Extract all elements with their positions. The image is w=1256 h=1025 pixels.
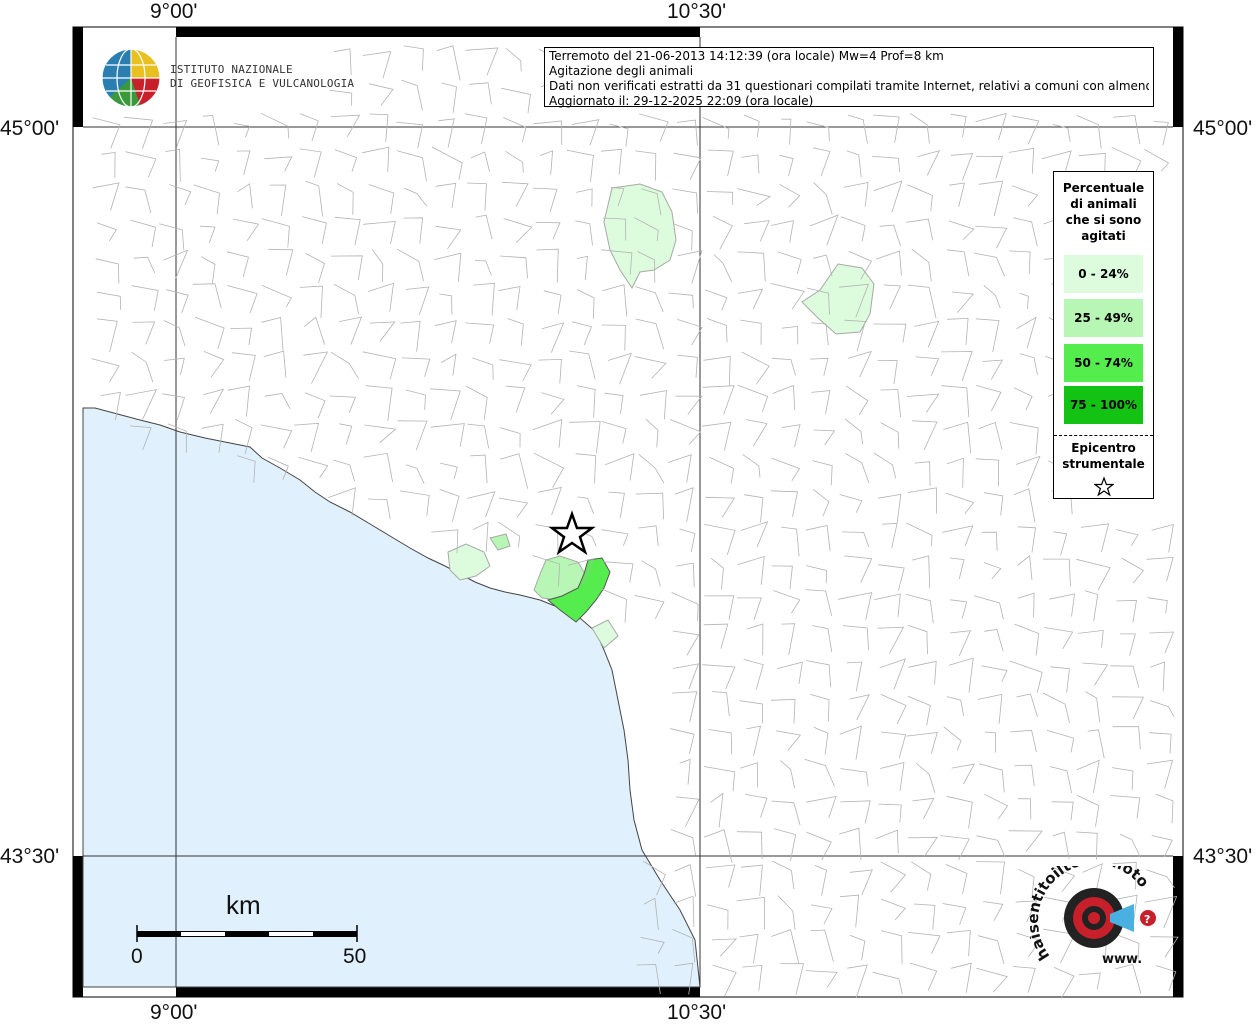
lat-label-right-top: 45°00' [1193,117,1253,140]
scale-min-label: 0 [131,945,143,968]
legend: Percentuale di animali che si sono agita… [1053,171,1154,499]
updated-line: Aggiornato il: 29-12-2025 22:09 (ora loc… [549,94,814,108]
legend-epicenter-label: Epicentro strumentale [1062,441,1145,471]
legend-item-0-24: 0 - 24% [1064,255,1143,293]
haisentito-logo: haisentitoilterremoto.it ? www. [1024,850,1170,976]
lon-label-bottom-left: 9°00' [150,1001,198,1024]
lat-label-left-top: 45°00' [0,117,60,140]
legend-title: Percentuale di animali che si sono agita… [1062,181,1145,243]
lon-label-bottom-right: 10°30' [667,1001,727,1024]
globe-icon [101,48,161,108]
lat-label-left-bottom: 43°30' [0,845,60,868]
ingv-name-line1: ISTITUTO NAZIONALE [170,63,293,76]
scale-unit: km [226,890,261,920]
legend-item-50-74: 50 - 74% [1064,344,1143,382]
data-note: Dati non verificati estratti da 31 quest… [549,79,1149,93]
subject-line: Agitazione degli animali [549,64,694,78]
svg-text:?: ? [1144,913,1150,926]
ingv-logo: ISTITUTO NAZIONALE DI GEOFISICA E VULCAN… [100,47,360,111]
legend-item-75-100: 75 - 100% [1064,386,1143,424]
lat-label-right-bottom: 43°30' [1193,845,1253,868]
lon-label-top-right: 10°30' [667,0,727,23]
megaphone-icon [1064,888,1134,948]
lon-label-top-left: 9°00' [150,0,198,23]
ingv-name-line2: DI GEOFISICA E VULCANOLOGIA [170,77,355,90]
event-line: Terremoto del 21-06-2013 14:12:39 (ora l… [549,49,944,63]
legend-separator [1054,435,1153,436]
legend-item-25-49: 25 - 49% [1064,299,1143,337]
star-icon [1094,477,1114,497]
scale-max-label: 50 [343,945,367,968]
event-info-box: Terremoto del 21-06-2013 14:12:39 (ora l… [544,47,1154,108]
www-text: www. [1102,952,1142,967]
